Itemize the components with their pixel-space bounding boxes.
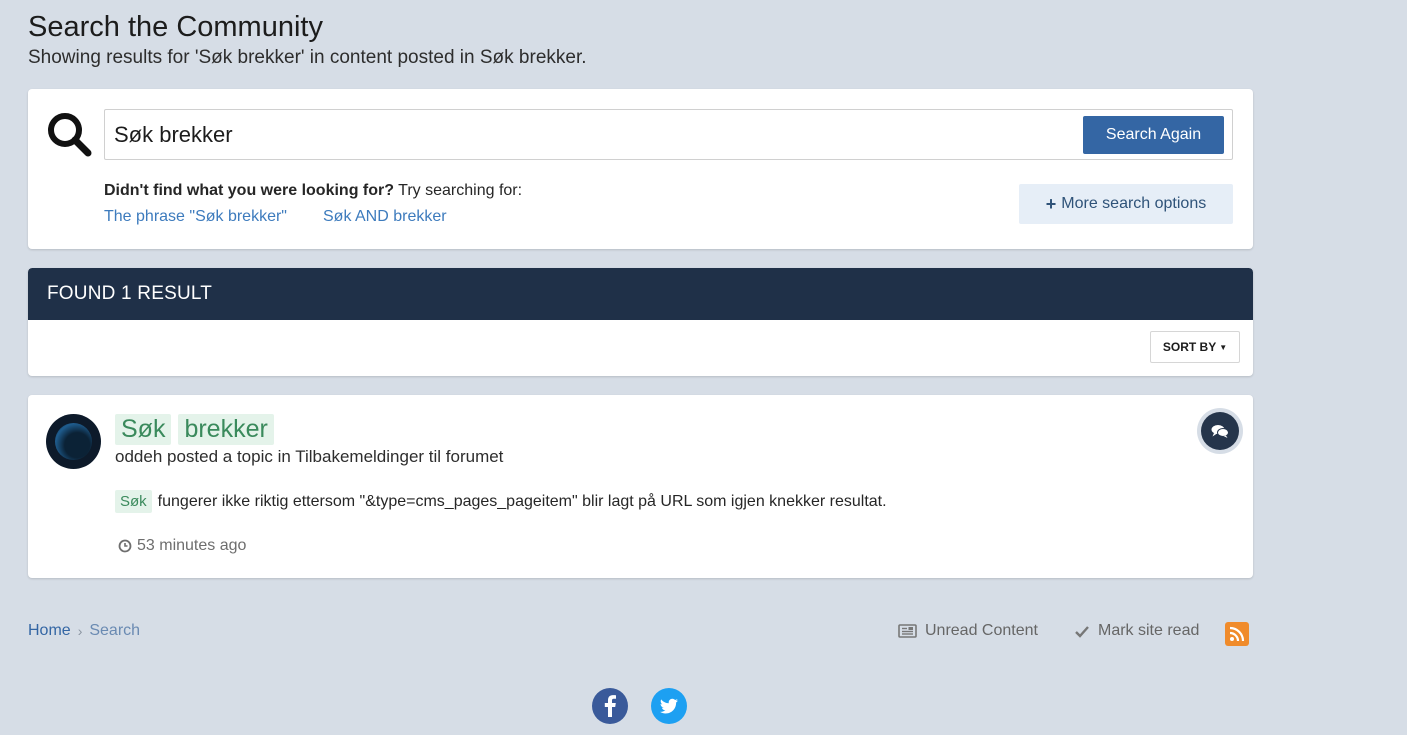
didnt-find-text: Didn't find what you were looking for? T… — [104, 182, 522, 200]
snippet-highlight: Søk — [115, 490, 152, 513]
author-link[interactable]: oddeh — [115, 447, 162, 466]
plus-icon: + — [1045, 193, 1057, 214]
sort-by-label: SORT BY — [1162, 340, 1217, 354]
result-title-word[interactable]: brekker — [178, 414, 274, 445]
timestamp-text: 53 minutes ago — [137, 537, 247, 554]
suggestion-and-link[interactable]: Søk AND brekker — [323, 208, 447, 226]
result-title: Søk brekker — [115, 414, 274, 445]
more-search-options-button[interactable]: + More search options — [1019, 184, 1233, 224]
result-meta: oddeh posted a topic in Tilbakemeldinger… — [115, 447, 503, 467]
mark-site-read-link[interactable]: Mark site read — [1074, 622, 1199, 640]
suggestion-phrase-link[interactable]: The phrase "Søk brekker" — [104, 208, 287, 226]
search-bar: Search Again — [104, 109, 1233, 160]
newspaper-icon — [898, 624, 917, 638]
search-panel: Search Again Didn't find what you were l… — [28, 89, 1253, 249]
results-count-header: FOUND 1 RESULT — [28, 268, 1253, 320]
meta-text: posted a topic in — [162, 447, 296, 466]
search-again-button[interactable]: Search Again — [1083, 116, 1224, 154]
clock-icon — [118, 539, 132, 553]
chevron-right-icon: › — [77, 623, 83, 639]
mark-site-read-label: Mark site read — [1098, 622, 1200, 639]
rss-icon[interactable] — [1225, 622, 1249, 646]
more-search-options-label: More search options — [1061, 195, 1207, 212]
avatar[interactable] — [46, 414, 101, 469]
unread-content-label: Unread Content — [925, 622, 1038, 639]
didnt-find-rest: Try searching for: — [394, 182, 523, 199]
page-title: Search the Community — [28, 11, 323, 43]
page-subtitle: Showing results for 'Søk brekker' in con… — [28, 47, 587, 68]
facebook-icon[interactable] — [592, 688, 628, 724]
comments-icon — [1211, 424, 1229, 438]
forum-link[interactable]: Tilbakemeldinger til forumet — [295, 447, 503, 466]
twitter-icon[interactable] — [651, 688, 687, 724]
result-snippet: Søk fungerer ikke riktig ettersom "&type… — [115, 490, 887, 513]
breadcrumb: Home › Search — [28, 622, 140, 640]
breadcrumb-home-link[interactable]: Home — [28, 622, 71, 640]
results-panel: FOUND 1 RESULT SORT BY ▼ — [28, 268, 1253, 376]
result-timestamp: 53 minutes ago — [118, 537, 246, 555]
check-icon — [1075, 625, 1089, 638]
search-result-item: Søk brekker oddeh posted a topic in Tilb… — [28, 395, 1253, 578]
breadcrumb-search-link[interactable]: Search — [89, 622, 140, 640]
search-input[interactable] — [105, 110, 1075, 159]
search-icon — [48, 113, 92, 157]
unread-content-link[interactable]: Unread Content — [898, 622, 1038, 640]
result-title-word[interactable]: Søk — [115, 414, 172, 445]
content-type-badge — [1197, 408, 1243, 454]
sort-by-button[interactable]: SORT BY ▼ — [1150, 331, 1240, 363]
snippet-text: fungerer ikke riktig ettersom "&type=cms… — [157, 492, 887, 510]
caret-down-icon: ▼ — [1219, 342, 1228, 352]
didnt-find-bold: Didn't find what you were looking for? — [104, 182, 395, 199]
